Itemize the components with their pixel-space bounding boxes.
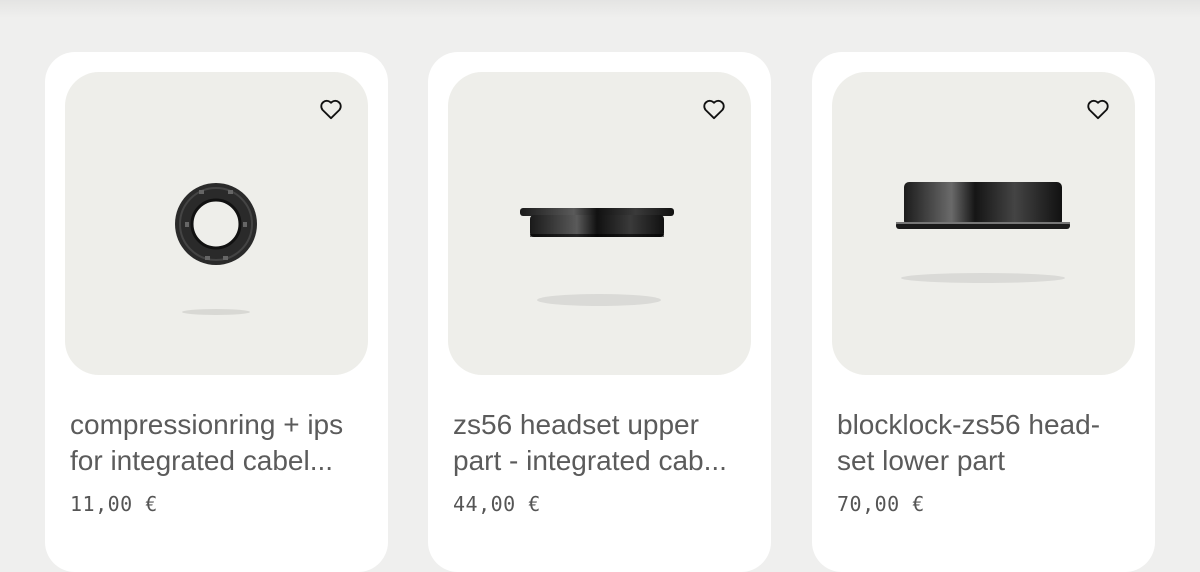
product-card[interactable]: zs56 headset upper part - integrated cab… [428,52,771,572]
product-card[interactable]: blocklock-zs56 head-set lower part 70,00… [812,52,1155,572]
headset-lower-part-image [896,182,1070,283]
product-title[interactable]: zs56 headset upper part - integrated cab… [453,407,753,479]
headset-upper-part-image [520,208,674,306]
product-title[interactable]: blocklock-zs56 head-set lower part [837,407,1137,479]
product-card[interactable]: compressionring + ips for integrated cab… [45,52,388,572]
product-price: 70,00 € [837,492,925,516]
product-image-area[interactable] [448,72,751,375]
product-price: 44,00 € [453,492,541,516]
top-shade [0,0,1200,18]
product-image-area[interactable] [832,72,1135,375]
product-image-area[interactable] [65,72,368,375]
product-title[interactable]: compressionring + ips for integrated cab… [70,407,370,479]
product-price: 11,00 € [70,492,158,516]
compression-ring-image [175,183,257,315]
product-grid: compressionring + ips for integrated cab… [45,52,1155,572]
